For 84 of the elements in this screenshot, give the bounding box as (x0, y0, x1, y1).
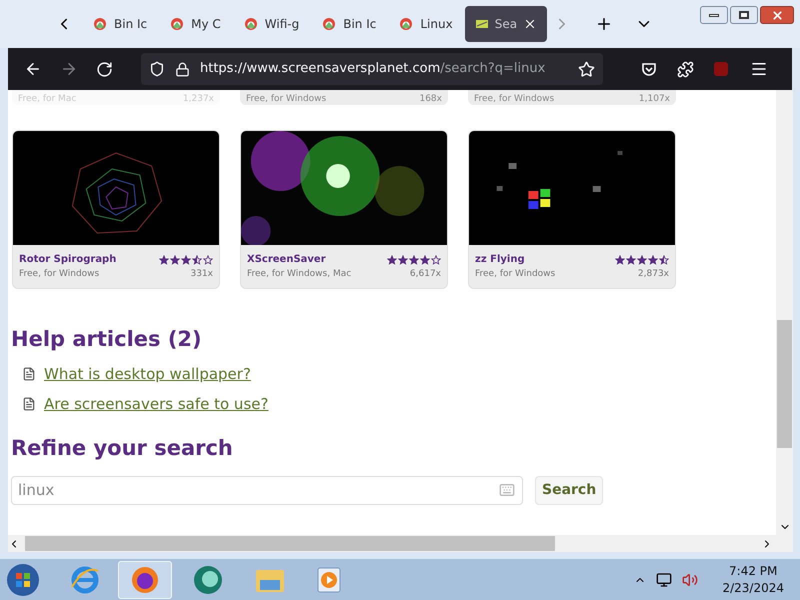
star-icon (398, 254, 408, 264)
browser-tab[interactable]: Wifi-g (232, 6, 310, 42)
star-icon (203, 254, 213, 264)
browser-tab[interactable]: My C (159, 6, 231, 42)
platform-text: Free, for Windows (246, 93, 326, 105)
tab-favicon-icon (398, 16, 414, 32)
platform-text: Free, for Windows (474, 93, 554, 105)
star-icon (648, 254, 658, 264)
media-player-icon[interactable] (316, 566, 342, 594)
browser-tab[interactable]: Linux (388, 6, 463, 42)
screensaver-card[interactable]: XScreenSaver Free, for Windows, Mac 6,617x (240, 130, 448, 288)
tab-title: Sea (494, 16, 518, 33)
star-icon (659, 254, 669, 264)
pocket-icon[interactable] (641, 61, 657, 77)
card-title: zz Flying (475, 253, 525, 267)
scrollbar-thumb[interactable] (777, 320, 792, 448)
bookmark-star-icon[interactable] (578, 60, 595, 78)
tab-favicon-icon (169, 16, 186, 32)
network-icon[interactable] (656, 572, 672, 588)
taskbar-button[interactable] (118, 560, 172, 598)
tab-favicon-icon (92, 16, 108, 32)
document-icon (22, 397, 36, 412)
browser-tab[interactable]: Sea (464, 6, 548, 42)
extensions-icon[interactable] (677, 60, 694, 78)
download-count: 331x (190, 268, 213, 281)
clock-time[interactable]: 7:42 PM (729, 562, 778, 580)
menu-icon[interactable] (750, 60, 768, 78)
tab-title: Bin Ic (343, 16, 376, 33)
platform-text: Free, for Windows (475, 268, 556, 281)
star-icon (615, 254, 625, 264)
fox-browser-icon (130, 564, 160, 594)
tab-title: Wifi-g (264, 16, 300, 33)
horizontal-scrollbar[interactable] (8, 535, 793, 552)
vertical-scrollbar[interactable] (776, 90, 793, 535)
tab-favicon-icon (321, 16, 338, 32)
address-bar[interactable]: https://www.screensaversplanet.com/search?q=linux (141, 53, 603, 85)
chat-app-icon[interactable] (192, 564, 224, 596)
section-heading: Help articles (2) (11, 326, 203, 352)
start-button[interactable] (6, 562, 40, 596)
card-title: Rotor Spirograph (19, 253, 116, 267)
back-icon[interactable] (24, 60, 42, 78)
section-heading: Refine your search (11, 434, 234, 462)
download-count: 2,873x (638, 268, 669, 281)
star-icon (192, 254, 202, 264)
star-icon (409, 254, 419, 264)
tab-favicon-icon (474, 19, 489, 29)
search-button[interactable]: Search (535, 476, 604, 504)
article-link[interactable]: Are screensavers safe to use? (44, 393, 268, 416)
screensaver-card[interactable]: zz Flying Free, for Windows 2,873x (468, 130, 676, 288)
lock-icon[interactable] (175, 62, 190, 76)
reload-icon[interactable] (96, 60, 113, 78)
platform-text: Free, for Windows, Mac (247, 268, 352, 281)
card-title: XScreenSaver (247, 253, 326, 267)
url-text: https://www.screensaversplanet.com/search?q=linux (200, 60, 546, 78)
document-icon (22, 366, 36, 381)
maximize-button[interactable] (730, 6, 758, 24)
platform-text: Free, for Windows (19, 268, 100, 281)
star-icon (170, 254, 180, 264)
article-link[interactable]: What is desktop wallpaper? (44, 362, 251, 385)
browser-tab[interactable]: Bin Ic (82, 6, 158, 42)
minimize-button[interactable] (700, 6, 728, 24)
close-window-button[interactable] (760, 6, 794, 24)
forward-icon[interactable] (60, 60, 78, 78)
screensaver-card[interactable]: Rotor Spirograph Free, for Windows 331x (12, 130, 220, 288)
star-icon (159, 254, 169, 264)
download-count: 168x (419, 93, 442, 105)
clock-date[interactable]: 2/23/2024 (722, 580, 784, 596)
star-icon (626, 254, 636, 264)
star-icon (181, 254, 191, 264)
search-field[interactable]: linux (11, 476, 523, 504)
star-icon (637, 254, 647, 264)
star-icon (431, 254, 441, 264)
tab-title: Linux (420, 16, 453, 33)
tab-title: Bin Ic (114, 16, 148, 33)
tab-title: My C (191, 16, 221, 33)
close-icon (770, 8, 784, 22)
star-icon (420, 254, 430, 264)
download-count: 6,617x (410, 268, 441, 281)
star-icon (387, 254, 397, 264)
scrollbar-thumb[interactable] (25, 536, 555, 551)
shield-icon[interactable] (149, 61, 165, 77)
browser-tab[interactable]: Bin Ic (311, 6, 386, 42)
download-count: 1,107x (638, 93, 670, 105)
tab-favicon-icon (242, 16, 259, 32)
